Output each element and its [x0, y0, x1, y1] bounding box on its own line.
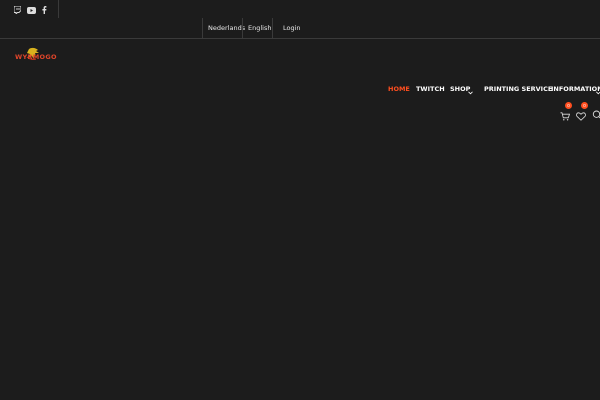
social-links [14, 5, 47, 15]
chevron-down-icon [468, 91, 473, 95]
nav-printing-service[interactable]: PRINTING SERVICE [484, 85, 552, 93]
top-bar: Nederlands English Login [0, 0, 600, 39]
search-button[interactable] [592, 107, 600, 125]
heart-icon [576, 112, 586, 121]
wishlist-count-badge: 0 [581, 102, 588, 109]
site-logo[interactable]: WYRMOGO [15, 47, 57, 65]
nav-twitch[interactable]: TWITCH [416, 85, 445, 93]
divider [202, 18, 203, 38]
logo-text: WYRMOGO [15, 53, 57, 61]
login-link[interactable]: Login [283, 24, 301, 32]
nav-home[interactable]: HOME [388, 85, 410, 93]
language-nederlands[interactable]: Nederlands [208, 24, 245, 32]
chevron-down-icon [596, 91, 600, 95]
divider [58, 0, 59, 18]
twitch-icon[interactable] [14, 6, 21, 14]
facebook-icon[interactable] [42, 6, 47, 14]
language-english[interactable]: English [248, 24, 271, 32]
divider [242, 18, 243, 38]
cart-icon [560, 112, 571, 121]
search-icon [592, 110, 600, 119]
wishlist-button[interactable] [576, 108, 586, 126]
cart-button[interactable] [560, 108, 571, 126]
nav-information[interactable]: INFORMATION [551, 85, 600, 93]
cart-count-badge: 0 [565, 102, 572, 109]
divider [272, 18, 273, 38]
youtube-icon[interactable] [27, 6, 36, 14]
